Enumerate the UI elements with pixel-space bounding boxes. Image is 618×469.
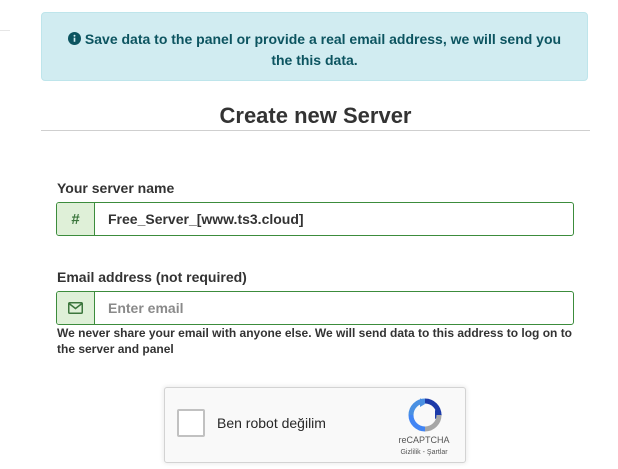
alert-message: Save data to the panel or provide a real… [84,31,562,68]
server-name-label: Your server name [57,180,175,196]
recaptcha-widget: Ben robot değilim reCAPTCHA Gizlilik - Ş… [164,387,466,463]
info-alert: Save data to the panel or provide a real… [41,12,588,81]
server-name-input-group: # [56,202,574,236]
envelope-icon-wrapper [57,292,95,324]
title-divider [41,130,590,131]
terms-link[interactable]: Şartlar [427,449,448,456]
envelope-icon [68,302,83,314]
email-input[interactable] [95,292,573,324]
email-label: Email address (not required) [57,269,247,285]
server-name-input[interactable] [95,203,573,235]
recaptcha-links: Gizlilik - Şartlar [381,449,467,456]
hash-icon: # [57,203,95,235]
recaptcha-checkbox[interactable] [177,409,205,437]
info-circle-icon [67,32,81,45]
page-title: Create new Server [219,103,412,128]
recaptcha-logo-icon [408,398,442,432]
left-divider [0,30,10,31]
email-input-group [56,291,574,325]
recaptcha-label: Ben robot değilim [217,415,326,431]
privacy-link[interactable]: Gizlilik [400,449,420,456]
recaptcha-brand: reCAPTCHA [398,435,450,445]
email-help-text: We never share your email with anyone el… [57,326,573,356]
